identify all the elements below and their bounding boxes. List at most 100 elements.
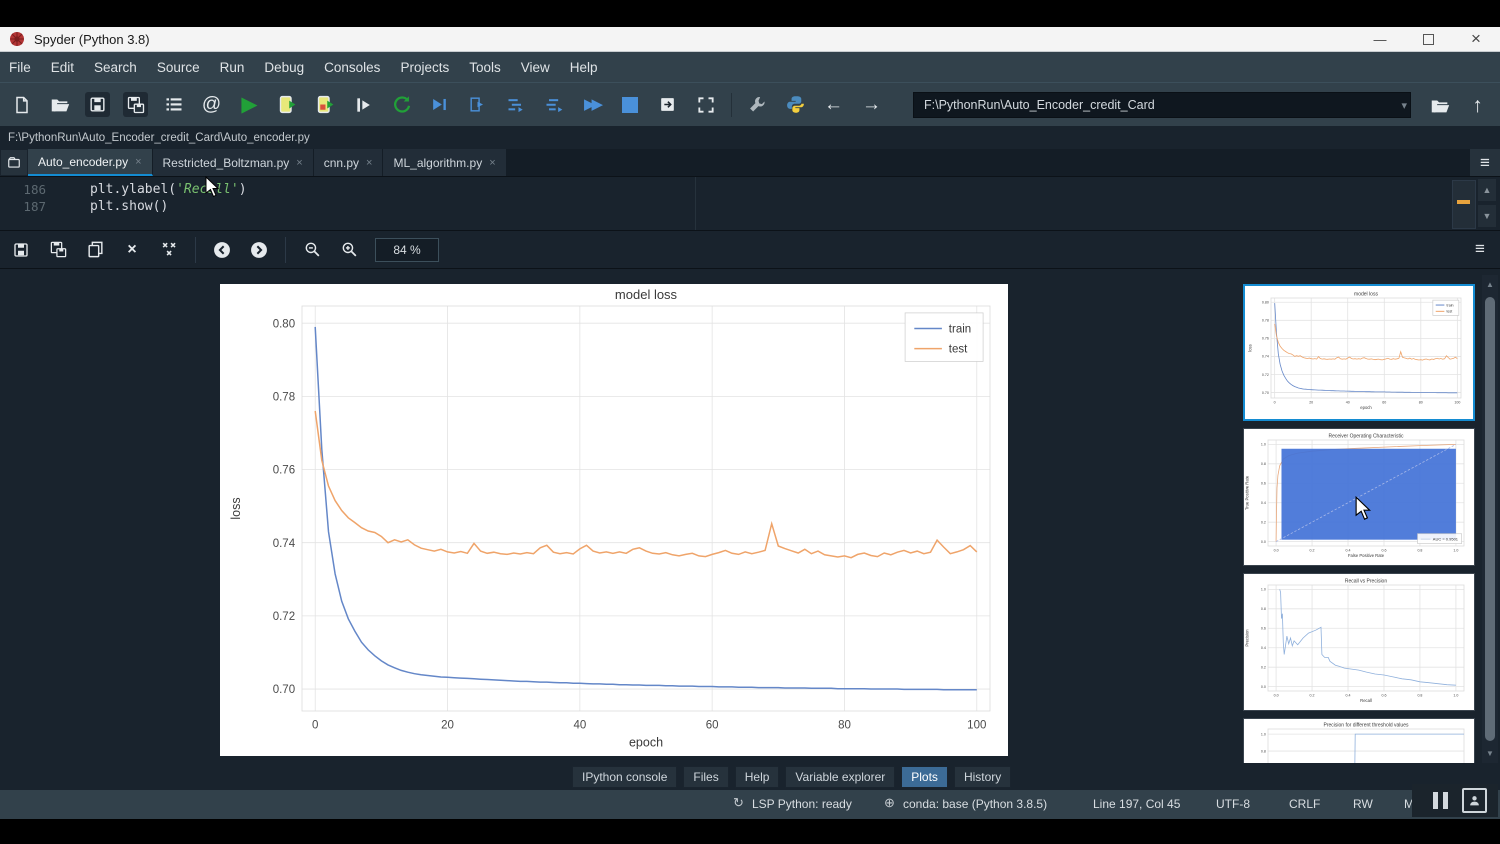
tab-ipython-console[interactable]: IPython console	[572, 766, 677, 788]
menu-view[interactable]: View	[521, 60, 550, 75]
scroll-down-icon[interactable]: ▼	[1482, 749, 1498, 758]
thumbnail-model-loss-chart: 0204060801000.700.720.740.760.780.80mode…	[1245, 286, 1473, 420]
thumbnail-model-loss[interactable]: 0204060801000.700.720.740.760.780.80mode…	[1243, 284, 1475, 421]
plots-options-button[interactable]: ≡	[1468, 239, 1492, 259]
continue-button[interactable]: ▶▶	[579, 92, 604, 117]
editor-options-button[interactable]: ≡	[1470, 149, 1500, 176]
menu-run[interactable]: Run	[220, 60, 245, 75]
open-file-button[interactable]	[47, 92, 72, 117]
tab-plots[interactable]: Plots	[901, 766, 948, 788]
run-selection-button[interactable]	[351, 92, 376, 117]
menu-debug[interactable]: Debug	[264, 60, 304, 75]
maximize-pane-button[interactable]	[693, 92, 718, 117]
working-directory-input[interactable]: F:\PythonRun\Auto_Encoder_credit_Card ▾	[913, 92, 1411, 118]
rerun-button[interactable]	[389, 92, 414, 117]
python-env-button[interactable]	[783, 92, 808, 117]
run-cell-advance-button[interactable]	[313, 92, 338, 117]
file-switcher-button[interactable]	[161, 92, 186, 117]
step-into-button[interactable]	[541, 92, 566, 117]
scrollbar-thumb[interactable]	[1485, 297, 1495, 741]
symbol-finder-button[interactable]: @	[199, 92, 224, 117]
scroll-down-button[interactable]: ▼	[1478, 205, 1496, 227]
tab-close-icon[interactable]: ×	[135, 156, 141, 168]
tab-close-icon[interactable]: ×	[296, 157, 302, 169]
svg-text:0: 0	[312, 719, 318, 731]
scroll-up-icon[interactable]: ▲	[1482, 280, 1498, 289]
thumbnails-scrollbar[interactable]: ▲ ▼	[1482, 275, 1498, 763]
save-icon	[88, 95, 107, 114]
pause-icon[interactable]	[1443, 792, 1448, 809]
tab-auto-encoder[interactable]: Auto_encoder.py ×	[28, 149, 153, 176]
code-text: plt.show()	[90, 199, 168, 214]
tab-history[interactable]: History	[954, 766, 1011, 788]
thumbnail-threshold-precision-chart: 1.00.8Precision for different threshold …	[1244, 719, 1474, 764]
svg-text:40: 40	[1346, 400, 1350, 404]
tab-close-icon[interactable]: ×	[366, 157, 372, 169]
tab-cnn[interactable]: cnn.py ×	[314, 149, 384, 176]
run-file-button[interactable]: ▶	[237, 92, 262, 117]
previous-plot-button[interactable]	[211, 239, 233, 261]
menu-tools[interactable]: Tools	[469, 60, 501, 75]
remove-all-plots-button[interactable]	[158, 239, 180, 261]
tab-variable-explorer[interactable]: Variable explorer	[785, 766, 895, 788]
menu-help[interactable]: Help	[570, 60, 598, 75]
new-file-button[interactable]	[9, 92, 34, 117]
zoom-level-field[interactable]: 84 %	[375, 238, 439, 262]
stop-button[interactable]	[617, 92, 642, 117]
restore-button[interactable]	[1404, 27, 1452, 51]
menu-source[interactable]: Source	[157, 60, 200, 75]
save-plot-button[interactable]	[10, 239, 32, 261]
new-console-button[interactable]	[655, 92, 680, 117]
remove-plot-button[interactable]: ×	[121, 239, 143, 261]
debug-file-button[interactable]	[427, 92, 452, 117]
save-all-plots-button[interactable]	[47, 239, 69, 261]
tab-close-icon[interactable]: ×	[489, 157, 495, 169]
copy-plot-button[interactable]	[84, 239, 106, 261]
code-editor[interactable]: 186 187 plt.ylabel('Recall') plt.show() …	[0, 176, 1500, 230]
save-all-button[interactable]	[123, 92, 148, 117]
svg-text:0.80: 0.80	[1262, 301, 1269, 305]
debug-cell-button[interactable]	[465, 92, 490, 117]
browse-tabs-button[interactable]	[0, 149, 28, 176]
thumbnail-threshold-precision[interactable]: 1.00.8Precision for different threshold …	[1243, 718, 1475, 764]
menu-file[interactable]: File	[9, 60, 31, 75]
svg-text:Precision for different thresh: Precision for different threshold values	[1324, 722, 1409, 728]
svg-text:0.0: 0.0	[1274, 548, 1279, 552]
run-cell-button[interactable]	[275, 92, 300, 117]
menu-edit[interactable]: Edit	[51, 60, 74, 75]
parent-directory-button[interactable]: ↑	[1465, 93, 1490, 118]
save-button[interactable]	[85, 92, 110, 117]
browse-directory-button[interactable]	[1427, 93, 1452, 118]
zoom-out-button[interactable]	[301, 239, 323, 261]
editor-scrollbar[interactable]	[1452, 180, 1476, 229]
tab-files[interactable]: Files	[683, 766, 728, 788]
minimize-button[interactable]: —	[1356, 27, 1404, 51]
nav-forward-button[interactable]: →	[859, 92, 884, 117]
scroll-up-button[interactable]: ▲	[1478, 179, 1496, 201]
svg-text:0.74: 0.74	[1262, 355, 1269, 359]
chevron-down-icon[interactable]: ▾	[1401, 99, 1407, 112]
nav-back-button[interactable]: ←	[821, 92, 846, 117]
tab-restricted-boltzman[interactable]: Restricted_Boltzman.py ×	[153, 149, 314, 176]
preferences-button[interactable]	[745, 92, 770, 117]
cursor-position: Line 197, Col 45	[1093, 797, 1180, 811]
svg-text:0: 0	[1274, 400, 1276, 404]
menu-consoles[interactable]: Consoles	[324, 60, 380, 75]
zoom-in-button[interactable]	[338, 239, 360, 261]
plots-toolbar-separator	[285, 237, 286, 263]
tab-ml-algorithm[interactable]: ML_algorithm.py ×	[383, 149, 506, 176]
code-line-187: plt.show()	[90, 199, 168, 214]
save-all-plots-icon	[49, 240, 68, 259]
svg-text:AUC = 0.9501: AUC = 0.9501	[1433, 537, 1459, 542]
menu-projects[interactable]: Projects	[400, 60, 449, 75]
svg-text:0.2: 0.2	[1261, 665, 1266, 669]
toolbar-separator	[731, 93, 732, 117]
step-over-button[interactable]	[503, 92, 528, 117]
tab-help[interactable]: Help	[735, 766, 780, 788]
pause-icon[interactable]	[1433, 792, 1438, 809]
menu-search[interactable]: Search	[94, 60, 137, 75]
webcam-toggle-button[interactable]	[1462, 788, 1487, 813]
next-plot-button[interactable]	[248, 239, 270, 261]
close-button[interactable]: ×	[1452, 27, 1500, 51]
thumbnail-recall-precision[interactable]: 0.00.20.40.60.81.00.00.20.40.60.81.0Reca…	[1243, 573, 1475, 711]
